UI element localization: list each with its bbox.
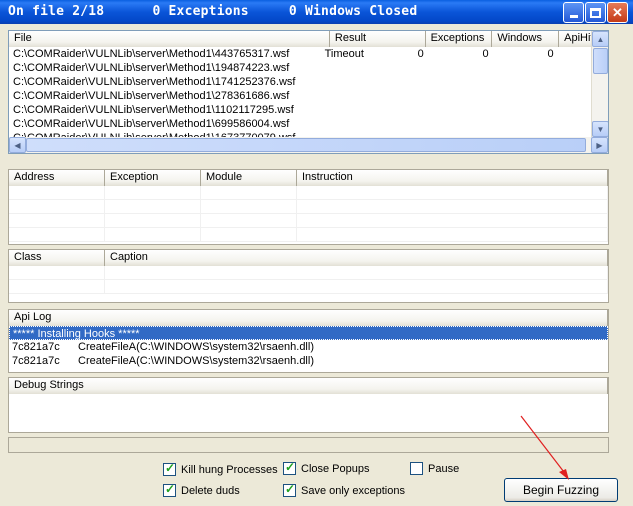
save-only-exceptions-label: Save only exceptions bbox=[301, 484, 405, 497]
result-cell: Timeout bbox=[324, 48, 364, 60]
column-header-result[interactable]: Result bbox=[329, 31, 426, 47]
scroll-down-icon[interactable]: ▼ bbox=[592, 121, 608, 137]
column-header-exception[interactable]: Exception bbox=[105, 170, 201, 186]
api-log[interactable]: Api Log ***** Installing Hooks ***** 7c8… bbox=[8, 309, 609, 373]
pause-checkbox[interactable]: Pause bbox=[410, 462, 459, 475]
file-row[interactable]: C:\COMRaider\VULNLib\server\Method1\1741… bbox=[9, 75, 591, 89]
kill-hung-checkbox[interactable]: Kill hung Processes bbox=[163, 461, 278, 476]
file-list[interactable]: File Result Exceptions Windows ApiHits C… bbox=[8, 30, 609, 154]
scroll-up-icon[interactable]: ▲ bbox=[592, 31, 608, 47]
debug-strings-title: Debug Strings bbox=[9, 378, 608, 394]
api-log-row[interactable]: 7c821a7c CreateFileA(C:\WINDOWS\system32… bbox=[9, 354, 608, 368]
exceptions-cell: 0 bbox=[417, 48, 424, 60]
kill-hung-label: Kill hung Processes bbox=[181, 463, 278, 476]
column-header-class[interactable]: Class bbox=[9, 250, 105, 266]
delete-duds-checkbox[interactable]: Delete duds bbox=[163, 482, 240, 497]
checkbox-check-icon[interactable] bbox=[283, 460, 296, 475]
save-only-exceptions-checkbox[interactable]: Save only exceptions bbox=[283, 482, 405, 497]
windows-table[interactable]: Class Caption bbox=[8, 249, 609, 303]
column-header-instruction[interactable]: Instruction bbox=[297, 170, 608, 186]
close-popups-label: Close Popups bbox=[301, 462, 370, 475]
file-row[interactable]: C:\COMRaider\VULNLib\server\Method1\1948… bbox=[9, 61, 591, 75]
minimize-icon bbox=[564, 3, 583, 22]
api-log-row[interactable]: 7c821a7c CreateFileA(C:\WINDOWS\system32… bbox=[9, 340, 608, 354]
file-list-body: C:\COMRaider\VULNLib\server\Method1\4437… bbox=[9, 47, 591, 139]
exceptions-table-body bbox=[9, 186, 608, 244]
exceptions-table[interactable]: Address Exception Module Instruction bbox=[8, 169, 609, 245]
file-cell: C:\COMRaider\VULNLib\server\Method1\1741… bbox=[13, 76, 296, 88]
file-list-header: File Result Exceptions Windows ApiHits bbox=[9, 31, 608, 47]
checkbox-icon[interactable] bbox=[410, 462, 423, 475]
api-log-header: Api Log bbox=[9, 310, 608, 326]
pause-label: Pause bbox=[428, 462, 460, 475]
file-row[interactable]: C:\COMRaider\VULNLib\server\Method1\4437… bbox=[9, 47, 591, 61]
exceptions-table-header: Address Exception Module Instruction bbox=[9, 170, 608, 186]
maximize-icon bbox=[586, 3, 605, 22]
scroll-left-icon[interactable]: ◀ bbox=[9, 137, 26, 153]
windows-cell: 0 bbox=[482, 48, 489, 60]
hscroll-thumb[interactable] bbox=[26, 138, 586, 152]
file-row[interactable]: C:\COMRaider\VULNLib\server\Method1\2783… bbox=[9, 89, 591, 103]
file-cell: C:\COMRaider\VULNLib\server\Method1\4437… bbox=[13, 48, 290, 60]
file-list-hscrollbar[interactable]: ◀ ▶ bbox=[9, 137, 608, 153]
api-log-title: Api Log bbox=[9, 310, 608, 326]
debug-strings-header: Debug Strings bbox=[9, 378, 608, 394]
file-cell: C:\COMRaider\VULNLib\server\Method1\2783… bbox=[13, 90, 290, 102]
annotation-arrow bbox=[520, 415, 569, 480]
vscroll-thumb[interactable] bbox=[593, 48, 608, 74]
column-header-module[interactable]: Module bbox=[201, 170, 297, 186]
file-cell: C:\COMRaider\VULNLib\server\Method1\1102… bbox=[13, 104, 294, 116]
windows-table-body bbox=[9, 266, 608, 302]
checkbox-check-icon[interactable] bbox=[163, 461, 176, 476]
file-cell: C:\COMRaider\VULNLib\server\Method1\1948… bbox=[13, 62, 290, 74]
close-popups-checkbox[interactable]: Close Popups bbox=[283, 460, 370, 475]
file-list-vscrollbar[interactable]: ▲ ▼ bbox=[591, 31, 608, 137]
api-log-row-selected[interactable]: ***** Installing Hooks ***** bbox=[9, 326, 608, 340]
windows-table-header: Class Caption bbox=[9, 250, 608, 266]
minimize-button[interactable] bbox=[563, 2, 584, 23]
title-bar[interactable]: On file 2/18 0 Exceptions 0 Windows Clos… bbox=[0, 0, 633, 24]
column-header-windows[interactable]: Windows bbox=[492, 31, 560, 47]
checkbox-check-icon[interactable] bbox=[163, 482, 176, 497]
maximize-button[interactable] bbox=[585, 2, 606, 23]
window-title: On file 2/18 0 Exceptions 0 Windows Clos… bbox=[8, 4, 418, 19]
close-button[interactable]: ✕ bbox=[607, 2, 628, 23]
scroll-right-icon[interactable]: ▶ bbox=[591, 137, 608, 153]
delete-duds-label: Delete duds bbox=[181, 484, 240, 497]
column-header-file[interactable]: File bbox=[9, 31, 330, 47]
column-header-caption[interactable]: Caption bbox=[105, 250, 608, 266]
column-header-exceptions[interactable]: Exceptions bbox=[425, 31, 493, 47]
checkbox-check-icon[interactable] bbox=[283, 482, 296, 497]
column-header-address[interactable]: Address bbox=[9, 170, 105, 186]
apihits-cell: 0 bbox=[547, 48, 554, 60]
close-icon: ✕ bbox=[612, 4, 623, 20]
file-row[interactable]: C:\COMRaider\VULNLib\server\Method1\6995… bbox=[9, 117, 591, 131]
file-cell: C:\COMRaider\VULNLib\server\Method1\6995… bbox=[13, 118, 290, 130]
file-row[interactable]: C:\COMRaider\VULNLib\server\Method1\1102… bbox=[9, 103, 591, 117]
api-log-body: ***** Installing Hooks ***** 7c821a7c Cr… bbox=[9, 326, 608, 372]
